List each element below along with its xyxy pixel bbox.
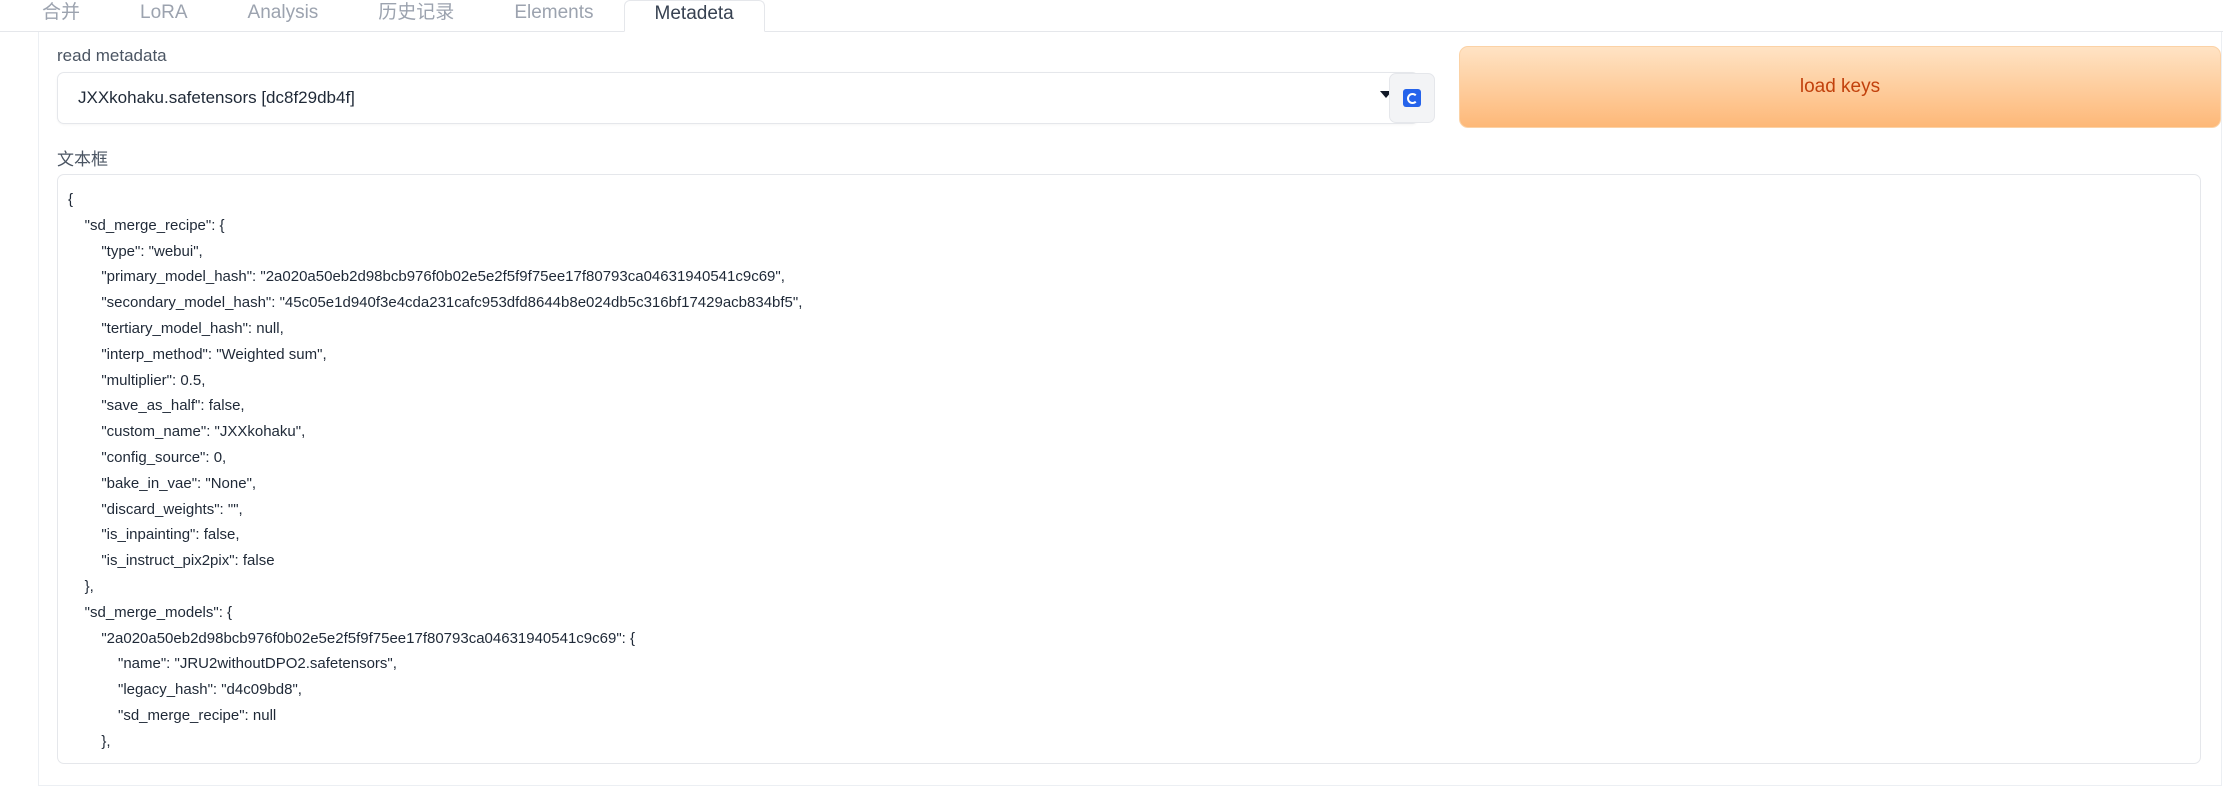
model-select[interactable]: JXXkohaku.safetensors [dc8f29db4f] [57,72,1419,124]
read-metadata-label: read metadata [57,46,167,65]
load-keys-button[interactable]: load keys [1459,46,2221,128]
metadata-textbox[interactable]: { "sd_merge_recipe": { "type": "webui", … [57,174,2201,764]
refresh-icon [1403,89,1421,107]
refresh-button[interactable] [1389,73,1435,123]
tab-bar: 合并 LoRA Analysis 历史记录 Elements Metadeta [0,0,2223,32]
tab-elements[interactable]: Elements [484,0,623,31]
tab-analysis[interactable]: Analysis [218,0,349,31]
tab-lora[interactable]: LoRA [110,0,218,31]
tab-metadata[interactable]: Metadeta [623,0,765,32]
metadata-panel: read metadata JXXkohaku.safetensors [dc8… [38,32,2222,786]
model-select-value: JXXkohaku.safetensors [dc8f29db4f] [78,88,355,107]
metadata-json-text: { "sd_merge_recipe": { "type": "webui", … [68,191,803,750]
tab-merge[interactable]: 合并 [0,0,110,31]
textbox-label: 文本框 [57,150,108,169]
tab-history[interactable]: 历史记录 [348,0,484,31]
